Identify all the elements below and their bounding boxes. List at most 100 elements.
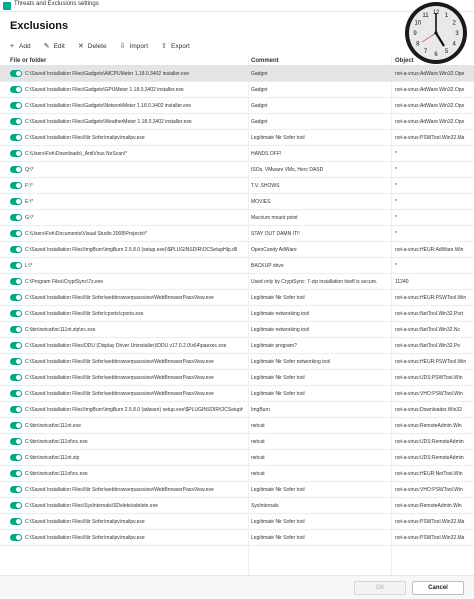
exclusion-toggle[interactable] [10,502,22,509]
cancel-button[interactable]: Cancel [412,581,464,595]
exclusion-toggle[interactable] [10,294,22,301]
exclusion-toggle[interactable] [10,214,22,221]
plus-icon: + [9,42,15,50]
page-title: Exclusions [10,20,69,32]
row-comment: HANDS OFF! [251,151,282,157]
table-row[interactable]: C:\Saved Installation Files\Nir Sofer\we… [0,290,474,306]
table-row[interactable]: Q:\* ISOs, VMware VMs, Herc DASD * [0,162,474,178]
table-row[interactable]: C:\Saved Installation Files\SysInternals… [0,498,474,514]
table-row[interactable]: C:\Saved Installation Files\Gadgets\GPUM… [0,82,474,98]
row-comment: Legitimate Nir Sofer tool [251,519,305,525]
exclusion-toggle[interactable] [10,374,22,381]
export-icon: ⇧ [161,43,167,50]
import-icon: ⇩ [119,43,126,50]
column-header-path[interactable]: File or folder [10,58,46,64]
table-row[interactable]: C:\bin\netcat\nc111nt\nc.exe netcat not-a-… [0,466,474,482]
row-object: not-a-virus:AdWare.Win32.Ope [395,71,465,77]
exclusion-toggle[interactable] [10,518,22,525]
exclusion-toggle[interactable] [10,310,22,317]
table-row[interactable]: C:\Program Files\CryptSync\7z.exe Used on… [0,274,474,290]
ok-button[interactable]: OK [354,581,406,595]
table-row[interactable]: C:\Users\Foh\Downloads\_AntiVirus NoScan… [0,146,474,162]
exclusion-toggle[interactable] [10,342,22,349]
table-row[interactable]: C:\Saved Installation Files\Nir Sofer\ma… [0,530,474,546]
exclusion-toggle[interactable] [10,70,22,77]
row-path: E:\* [25,199,34,205]
table-row[interactable]: C:\Saved Installation Files\ImgBurn\ImgB… [0,242,474,258]
exclusion-toggle[interactable] [10,150,22,157]
row-path: C:\Users\Foh\Downloads\_AntiVirus NoScan… [25,151,128,157]
table-row[interactable]: C:\bin\netcat\nc111nt\nc.exe netcat not-a-… [0,434,474,450]
table-row[interactable]: E:\* MOVIES * [0,194,474,210]
table-row[interactable]: C:\Saved Installation Files\Gadgets\Weat… [0,114,474,130]
table-row[interactable]: F:\* T.V. SHOWS * [0,178,474,194]
import-button[interactable]: ⇩ Import [119,42,148,51]
table-row[interactable]: C:\Saved Installation Files\Gadgets\AllC… [0,66,474,82]
row-object: not-a-virus:RemoteAdmin.Win [395,423,462,429]
window-title: Threats and Exclusions settings [14,1,99,7]
row-object: * [395,215,397,221]
exclusion-toggle[interactable] [10,454,22,461]
exclusion-toggle[interactable] [10,86,22,93]
add-button[interactable]: + Add [8,43,31,50]
row-object: * [395,167,397,173]
exclusion-toggle[interactable] [10,486,22,493]
delete-button[interactable]: ✕ Delete [77,42,107,51]
exclusion-toggle[interactable] [10,422,22,429]
row-path: F:\* [25,183,33,189]
row-object: not-a-virus:UDS:RemoteAdmin [395,439,464,445]
row-object: not-a-virus:VHO:PSWTool.Win [395,391,463,397]
edit-label: Edit [53,42,65,50]
edit-button[interactable]: ✎ Edit [43,42,65,51]
row-comment: netcat [251,455,265,461]
exclusion-toggle[interactable] [10,134,22,141]
table-row[interactable]: C:\Saved Installation Files\Gadgets\Netw… [0,98,474,114]
column-header-comment[interactable]: Comment [251,58,279,64]
table-row[interactable]: C:\bin\netcat\nc111nt.zip\nc.exe Legitima… [0,322,474,338]
table-row[interactable]: C:\Saved Installation Files\Nir Sofer\ma… [0,514,474,530]
exclusion-toggle[interactable] [10,358,22,365]
row-object: not-a-virus:VHO:PSWTool.Win [395,487,463,493]
table-row[interactable]: C:\Saved Installation Files\Nir Sofer\we… [0,370,474,386]
exclusion-toggle[interactable] [10,118,22,125]
exclusion-toggle[interactable] [10,182,22,189]
row-path: C:\Saved Installation Files\ImgBurn\ImgB… [25,247,238,253]
exclusion-toggle[interactable] [10,246,22,253]
table-row[interactable]: C:\bin\netcat\nc111nt.zip netcat not-a-vir… [0,450,474,466]
row-object: not-a-virus:NetTool.Win32.Nc [395,327,461,333]
exclusion-toggle[interactable] [10,278,22,285]
exclusion-toggle[interactable] [10,166,22,173]
row-comment: SysInternals [251,503,279,509]
exclusion-toggle[interactable] [10,438,22,445]
exclusion-toggle[interactable] [10,326,22,333]
table-row[interactable]: L:\* BACKUP drive * [0,258,474,274]
table-row[interactable]: C:\Saved Installation Files\Nir Sofer\cp… [0,306,474,322]
exclusion-toggle[interactable] [10,102,22,109]
row-comment: Legitimate Nir Sofer tool [251,135,305,141]
table-row[interactable]: C:\Saved Installation Files\ImgBurn\ImgB… [0,402,474,418]
row-comment: MOVIES [251,199,271,205]
export-button[interactable]: ⇧ Export [160,42,190,51]
table-row[interactable]: C:\Saved Installation Files\Nir Sofer\we… [0,386,474,402]
exclusion-toggle[interactable] [10,198,22,205]
exclusion-toggle[interactable] [10,406,22,413]
table-row[interactable]: C:\Saved Installation Files\Nir Sofer\we… [0,482,474,498]
table-row[interactable]: C:\Users\Foh\Documents\Visual Studio 200… [0,226,474,242]
export-label: Export [171,42,190,50]
clock-widget: 123456789101112 [405,2,467,64]
exclusion-toggle[interactable] [10,390,22,397]
row-object: * [395,199,397,205]
table-row[interactable]: C:\bin\netcat\nc111nt.exe netcat not-a-vir… [0,418,474,434]
exclusion-toggle[interactable] [10,262,22,269]
table-row[interactable]: C:\Saved Installation Files\DDU (Display… [0,338,474,354]
table-row[interactable]: G:\* Macrium mount point * [0,210,474,226]
app-icon [3,2,11,10]
exclusion-toggle[interactable] [10,470,22,477]
exclusion-toggle[interactable] [10,534,22,541]
close-icon: ✕ [77,43,84,50]
table-row[interactable]: C:\Saved Installation Files\Nir Sofer\ma… [0,130,474,146]
row-object: not-a-virus:PSWTool.Win32.Ma [395,535,465,541]
exclusion-toggle[interactable] [10,230,22,237]
row-comment: netcat [251,439,265,445]
table-row[interactable]: C:\Saved Installation Files\Nir Sofer\we… [0,354,474,370]
